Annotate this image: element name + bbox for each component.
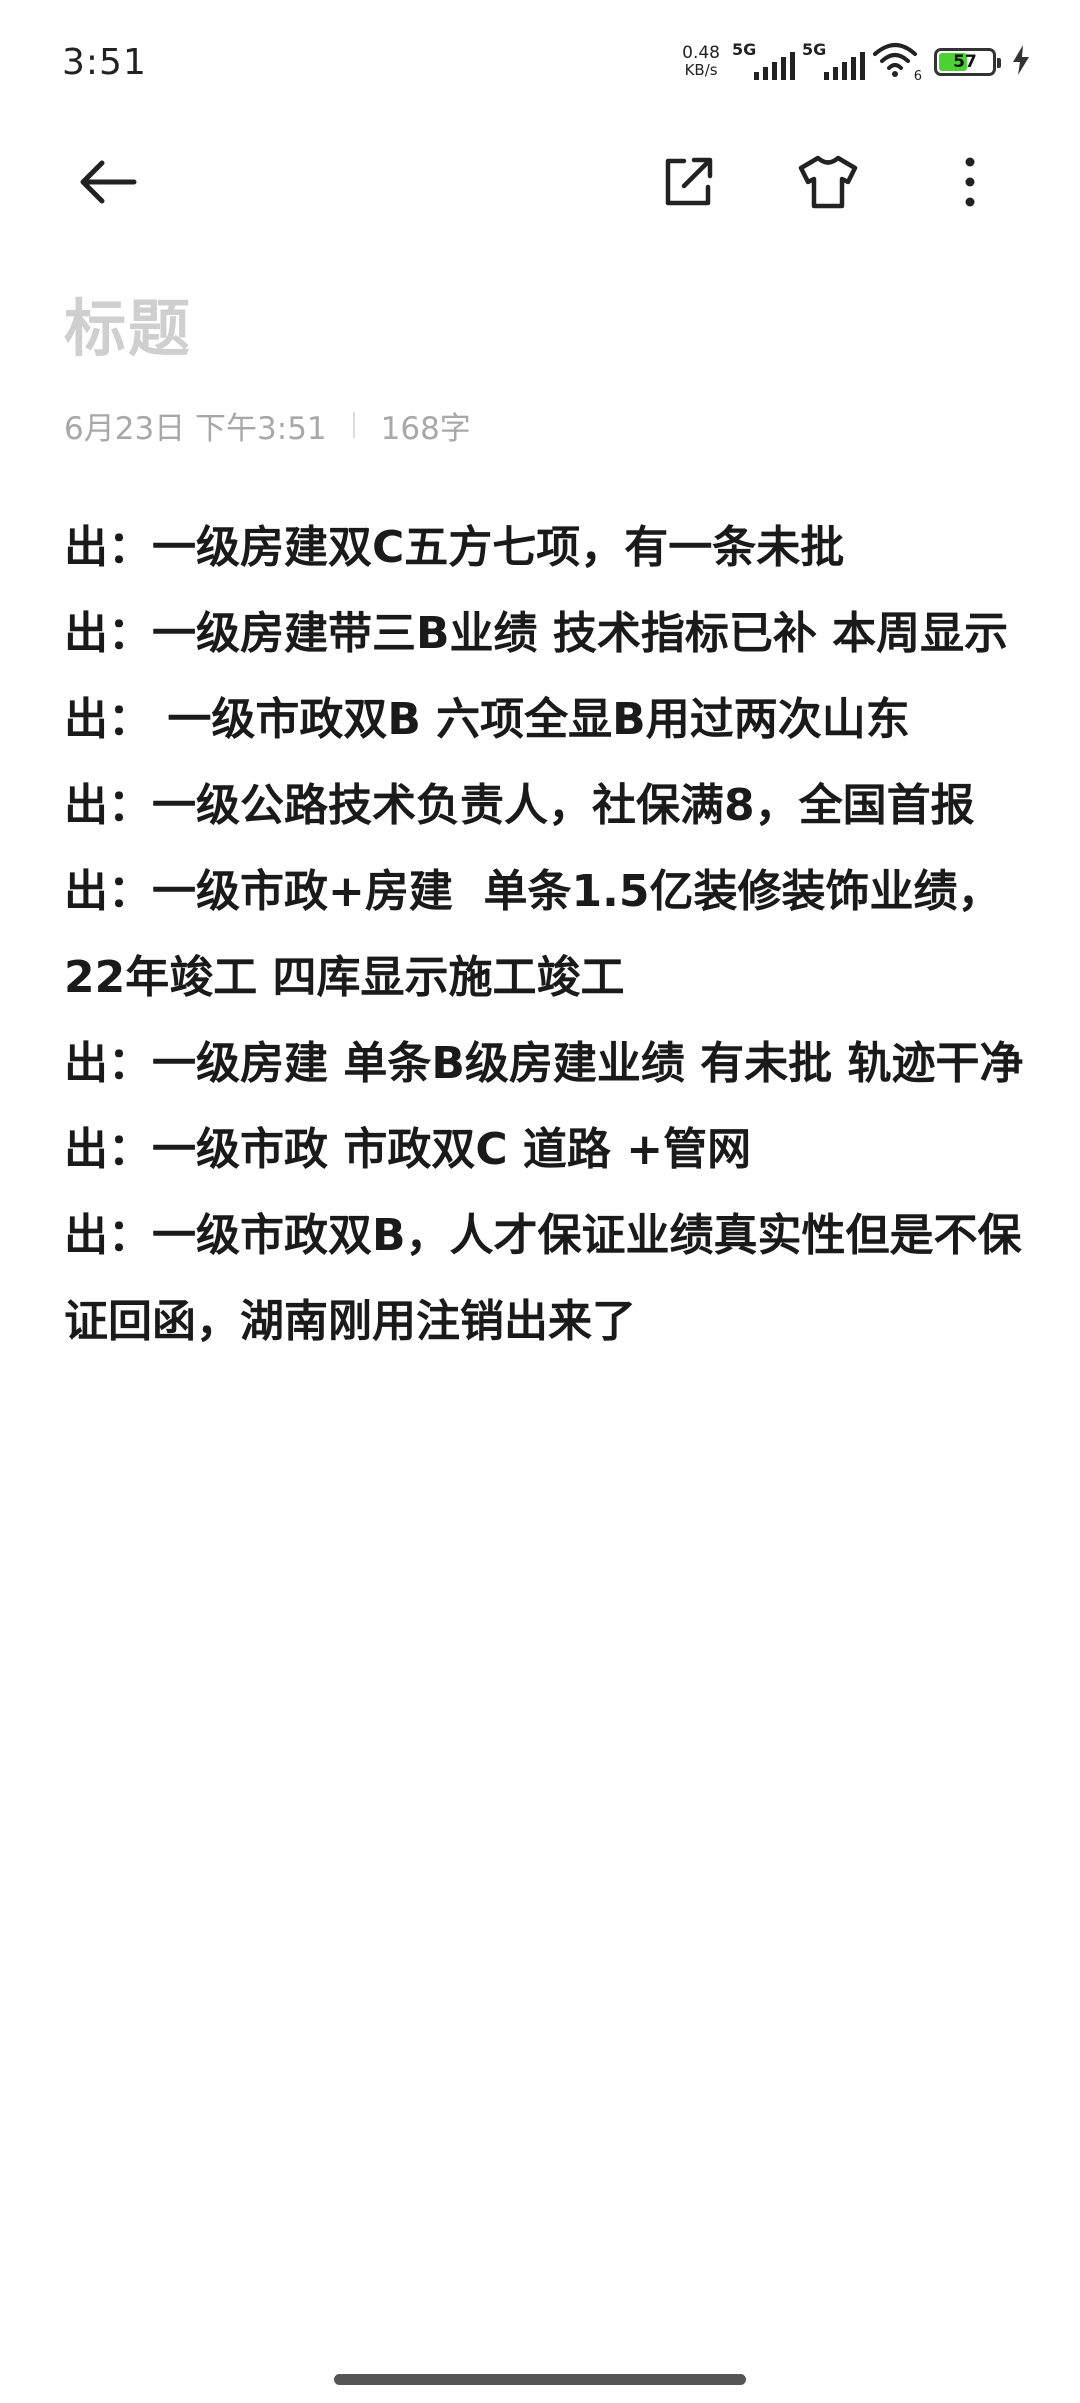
signal-5g-icon: 5G xyxy=(732,40,796,80)
note-line: 出：一级市政 市政双C 道路 +管网 xyxy=(64,1124,752,1175)
signal-5g-icon: 5G xyxy=(802,40,866,80)
tshirt-theme-icon xyxy=(798,155,858,209)
charging-icon xyxy=(1012,45,1030,79)
more-button[interactable] xyxy=(930,142,1010,222)
note-line: 出：一级市政+房建 单条1.5亿装修装饰业绩，22年竣工 四库显示施工竣工 xyxy=(64,866,1002,1003)
home-indicator[interactable] xyxy=(334,2374,746,2385)
network-speed-unit: KB/s xyxy=(684,61,718,79)
back-arrow-icon xyxy=(80,160,137,204)
note-toolbar xyxy=(0,130,1080,230)
status-bar: 3:51 0.48 KB/s 5G 5G 6 57 xyxy=(0,0,1080,130)
note-body[interactable]: 出：一级房建双C五方七项，有一条未批 出：一级房建带三B业绩 技术指标已补 本周… xyxy=(64,505,1024,1365)
battery-icon: 57 xyxy=(934,48,1001,76)
note-meta: 6月23日 下午3:51 168字 xyxy=(64,400,471,450)
back-button[interactable] xyxy=(68,142,148,222)
battery-level: 57 xyxy=(953,52,977,72)
network-speed-value: 0.48 xyxy=(682,43,720,63)
share-export-icon xyxy=(665,157,713,206)
status-icons: 0.48 KB/s 5G 5G 6 57 xyxy=(682,40,1030,84)
note-line: 出：一级房建双C五方七项，有一条未批 xyxy=(64,522,845,573)
note-line: 出： 一级市政双B 六项全显B用过两次山东 xyxy=(64,694,910,745)
note-date: 6月23日 下午3:51 xyxy=(64,410,327,447)
note-line: 出：一级市政双B，人才保证业绩真实性但是不保证回函，湖南刚用注销出来了 xyxy=(64,1210,1022,1347)
meta-divider xyxy=(352,412,355,438)
share-button[interactable] xyxy=(648,142,728,222)
wifi-icon: 6 xyxy=(872,42,922,84)
status-time: 3:51 xyxy=(62,42,147,83)
network-speed: 0.48 KB/s xyxy=(682,45,720,79)
note-line: 出：一级房建 单条B级房建业绩 有未批 轨迹干净 xyxy=(64,1038,1024,1089)
wifi-label: 6 xyxy=(913,69,922,84)
more-vertical-icon xyxy=(965,157,975,207)
theme-button[interactable] xyxy=(788,142,868,222)
note-line: 出：一级房建带三B业绩 技术指标已补 本周显示 xyxy=(64,608,1009,659)
note-line: 出：一级公路技术负责人，社保满8，全国首报 xyxy=(64,780,975,831)
note-title-field[interactable]: 标题 xyxy=(64,278,192,368)
note-char-count: 168字 xyxy=(380,410,471,447)
